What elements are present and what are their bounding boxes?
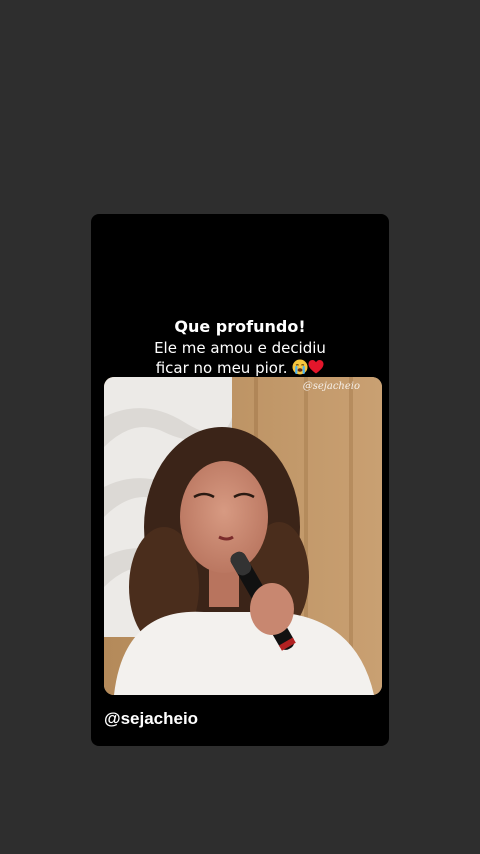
video-still-image: [104, 377, 382, 695]
video-frame[interactable]: @sejacheio: [104, 377, 382, 695]
video-watermark: @sejacheio: [302, 381, 360, 392]
post-caption: Que profundo! Ele me amou e decidiu fica…: [91, 316, 389, 378]
story-viewer: Que profundo! Ele me amou e decidiu fica…: [0, 0, 480, 854]
crying-face-icon: [292, 359, 308, 375]
caption-line-2-container: ficar no meu pior.: [91, 358, 389, 378]
caption-line-1: Ele me amou e decidiu: [154, 339, 326, 357]
caption-title: Que profundo!: [174, 317, 306, 336]
red-heart-icon: [308, 360, 324, 374]
caption-line-2: ficar no meu pior.: [155, 359, 288, 377]
account-handle[interactable]: @sejacheio: [104, 709, 198, 729]
story-card[interactable]: Que profundo! Ele me amou e decidiu fica…: [91, 214, 389, 746]
